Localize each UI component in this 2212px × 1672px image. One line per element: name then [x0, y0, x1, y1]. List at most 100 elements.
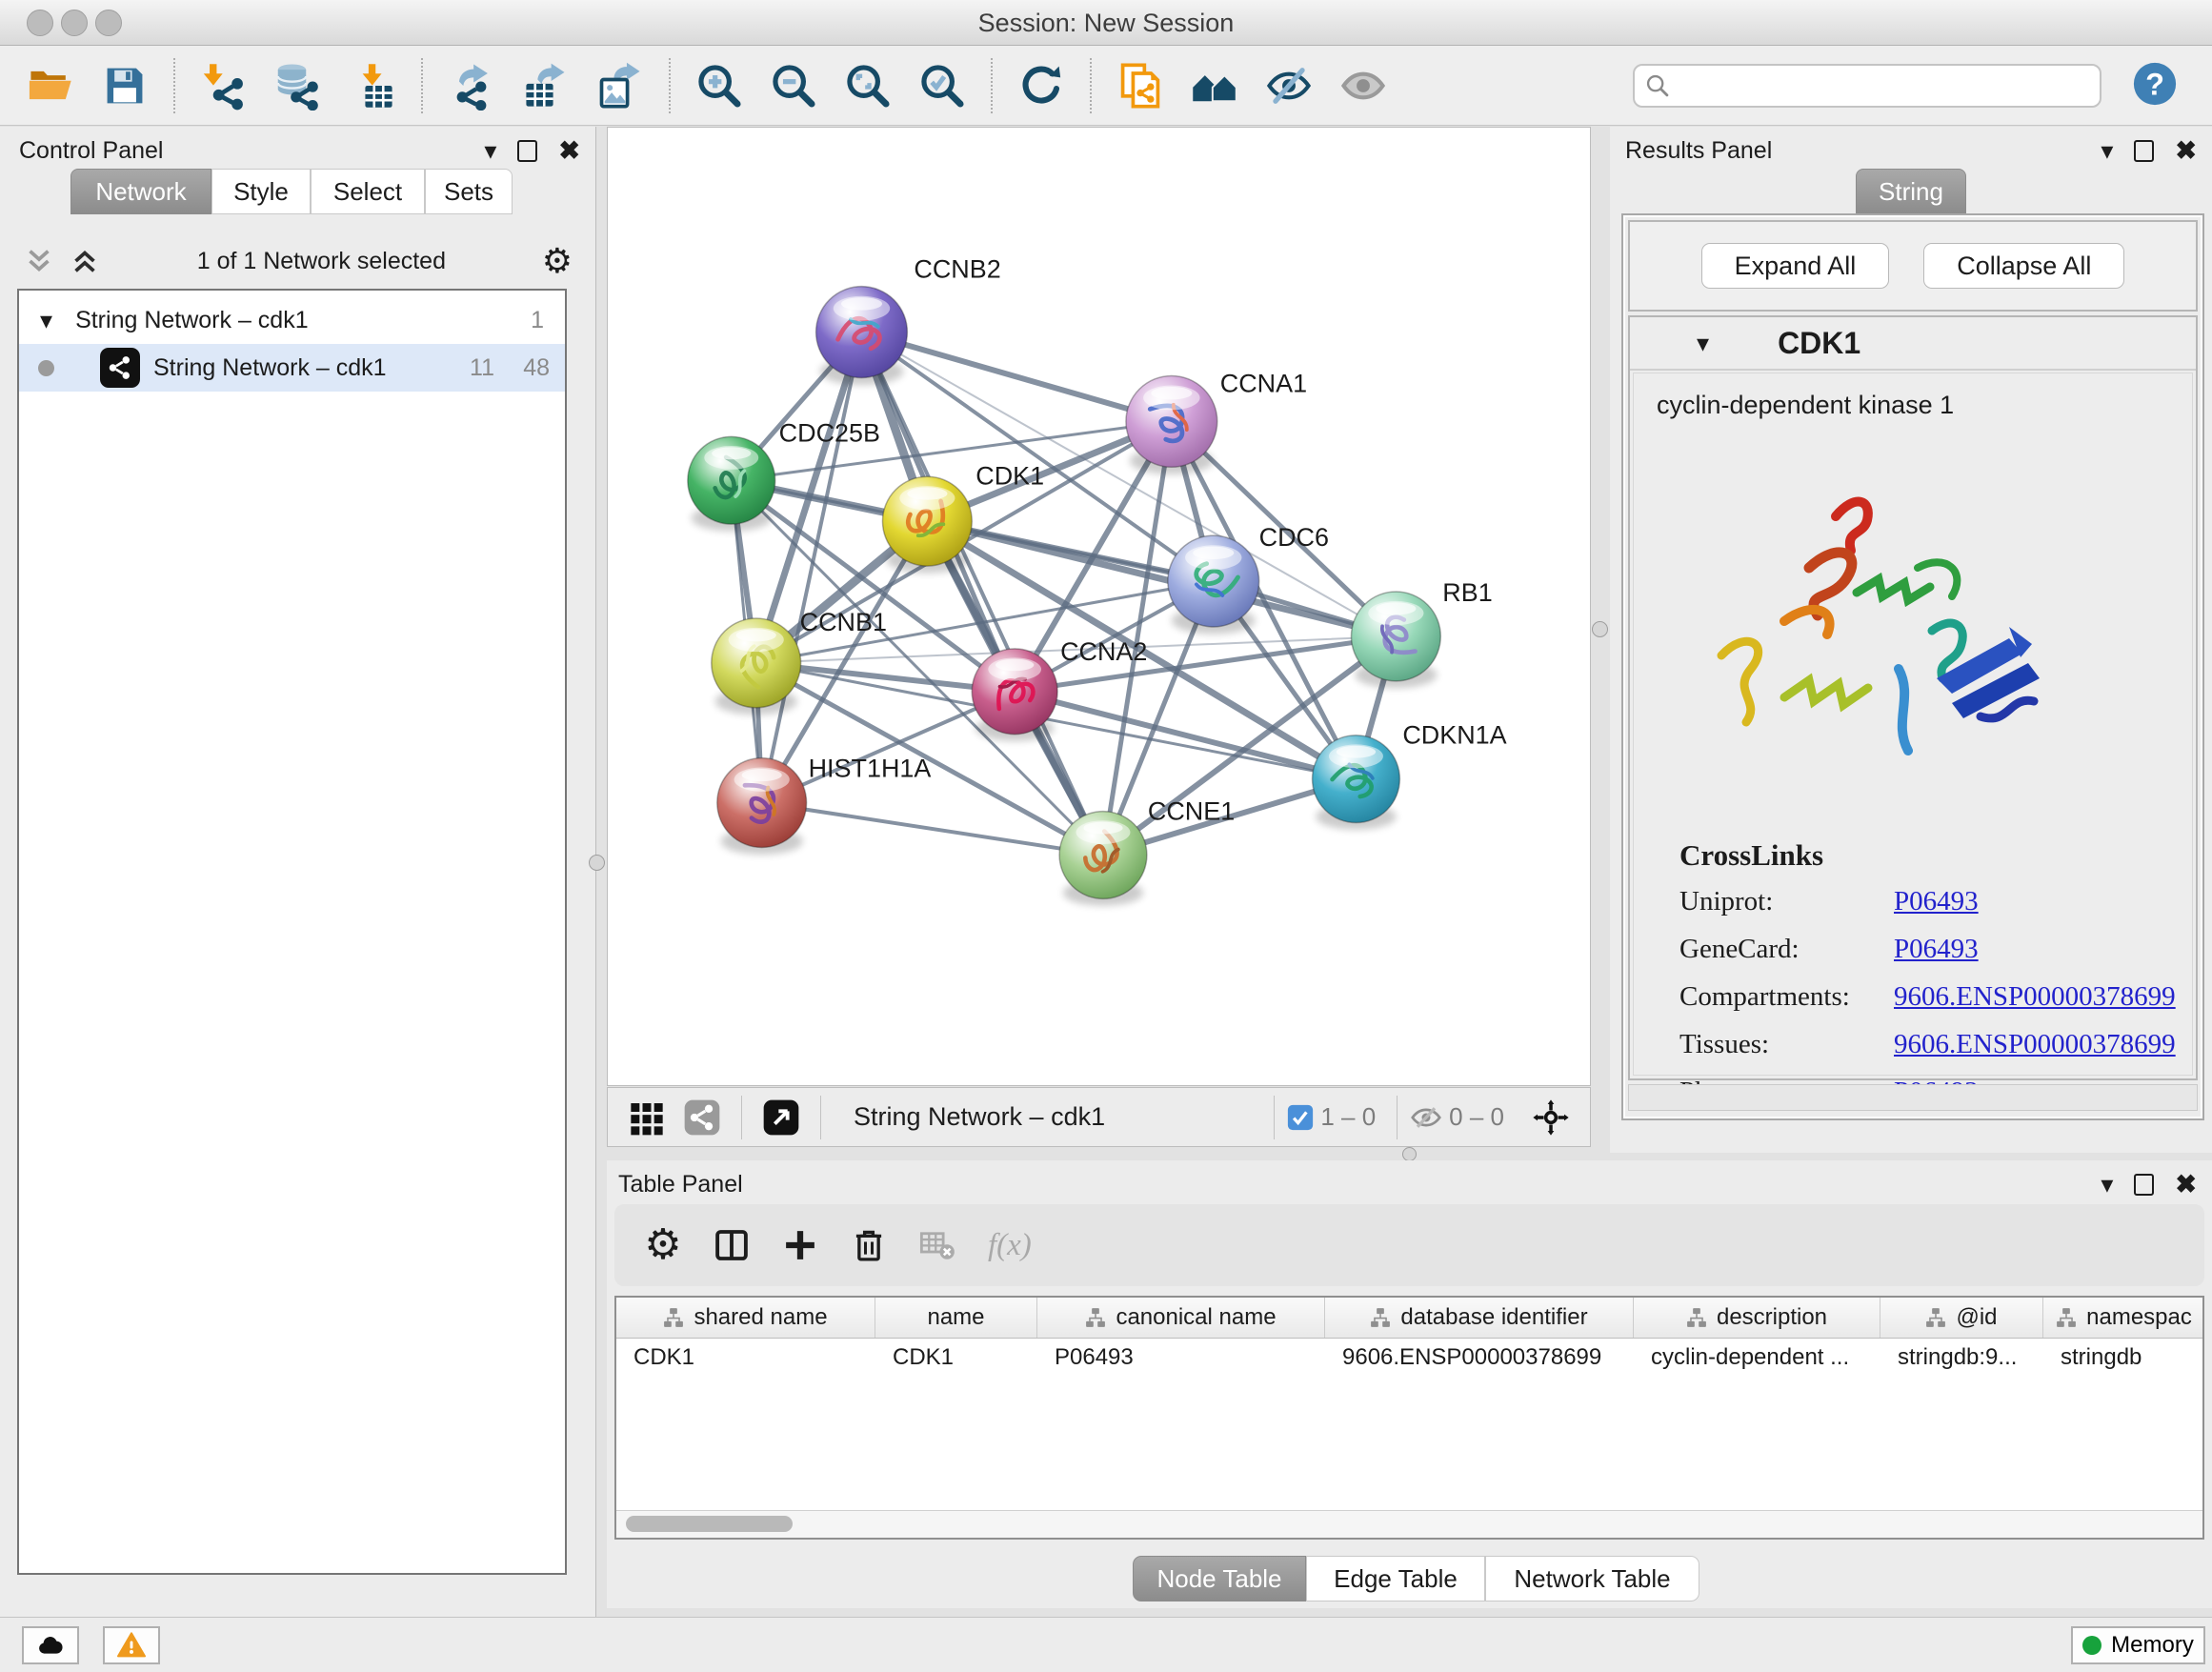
collapse-all-icon[interactable]: [23, 245, 55, 277]
expand-all-button[interactable]: Expand All: [1701, 243, 1890, 289]
show-graphics-button[interactable]: [1332, 54, 1395, 117]
export-image-button[interactable]: [589, 54, 652, 117]
cloud-status-button[interactable]: [22, 1626, 79, 1664]
results-hscrollbar[interactable]: [1628, 1084, 2198, 1111]
bottom-splitter-handle[interactable]: [1402, 1147, 1417, 1161]
help-button[interactable]: ?: [2128, 59, 2182, 112]
crosslink-genecard-link[interactable]: P06493: [1894, 934, 2176, 965]
cell-canonical-name[interactable]: P06493: [1037, 1339, 1325, 1377]
delete-column-button[interactable]: [841, 1218, 896, 1273]
tab-node-table[interactable]: Node Table: [1133, 1556, 1306, 1601]
collection-expand-icon[interactable]: ▾: [40, 311, 52, 330]
copy-network-button[interactable]: [1109, 54, 1172, 117]
network-label: String Network – cdk1: [153, 354, 387, 382]
network-node-label: CDC25B: [779, 418, 880, 447]
table-options-button[interactable]: ⚙: [635, 1218, 691, 1273]
crosslink-compartments-link[interactable]: 9606.ENSP00000378699: [1894, 981, 2176, 1013]
cell-id[interactable]: stringdb:9...: [1880, 1339, 2043, 1377]
string-view-button[interactable]: [678, 1094, 726, 1141]
close-panel-icon[interactable]: ✖: [2175, 141, 2197, 160]
cell-description[interactable]: cyclin-dependent ...: [1634, 1339, 1880, 1377]
refresh-layout-button[interactable]: [1010, 54, 1073, 117]
import-network-database-button[interactable]: [267, 54, 330, 117]
network-canvas[interactable]: CCNB2CCNA1CDC25BCDK1CDC6RB1CCNB1CCNA2CDK…: [607, 127, 1591, 1086]
float-panel-icon[interactable]: [2134, 1174, 2154, 1196]
column-header-shared-name[interactable]: shared name: [616, 1298, 875, 1338]
import-table-file-button[interactable]: [341, 54, 404, 117]
tab-string[interactable]: String: [1856, 169, 1966, 214]
float-panel-icon[interactable]: [517, 140, 537, 162]
open-session-button[interactable]: [19, 54, 82, 117]
gene-section-header[interactable]: ▾ CDK1: [1630, 317, 2196, 371]
tab-network[interactable]: Network: [70, 169, 211, 214]
cell-database-identifier[interactable]: 9606.ENSP00000378699: [1325, 1339, 1634, 1377]
right-splitter-handle[interactable]: [1592, 621, 1608, 637]
tab-network-table[interactable]: Network Table: [1485, 1556, 1699, 1601]
hide-graphics-button[interactable]: [1257, 54, 1320, 117]
show-columns-button[interactable]: [704, 1218, 759, 1273]
zoom-in-button[interactable]: [688, 54, 751, 117]
column-header-database-identifier[interactable]: database identifier: [1325, 1298, 1634, 1338]
column-header-name[interactable]: name: [875, 1298, 1037, 1338]
column-header-canonical-name[interactable]: canonical name: [1037, 1298, 1325, 1338]
cell-shared-name[interactable]: CDK1: [616, 1339, 875, 1377]
results-panel: Results Panel ▾ ✖ String Expand All Coll…: [1610, 127, 2212, 1153]
network-edge-CCNB2-CCNA1[interactable]: [861, 332, 1171, 422]
expand-all-icon[interactable]: [69, 245, 101, 277]
network-options-gear-icon[interactable]: ⚙: [542, 244, 573, 278]
control-panel: Control Panel ▾ ✖ Network Style Select S…: [0, 127, 596, 1617]
hidden-eye-icon[interactable]: [1409, 1100, 1443, 1135]
zoom-fit-icon: [843, 61, 893, 111]
export-table-button[interactable]: [514, 54, 577, 117]
table-row[interactable]: CDK1 CDK1 P06493 9606.ENSP00000378699 cy…: [616, 1339, 2202, 1377]
column-header-description[interactable]: description: [1634, 1298, 1880, 1338]
scrollbar-thumb[interactable]: [626, 1516, 793, 1532]
save-session-button[interactable]: [93, 54, 156, 117]
network-row[interactable]: String Network – cdk1 11 48: [19, 344, 565, 392]
search-input[interactable]: [1679, 70, 2090, 101]
hierarchy-icon: [1925, 1307, 1946, 1328]
memory-button[interactable]: Memory: [2071, 1626, 2205, 1664]
warnings-button[interactable]: [103, 1626, 160, 1664]
function-builder-label[interactable]: f(x): [988, 1228, 1032, 1263]
selected-checkbox-icon[interactable]: [1286, 1103, 1315, 1132]
zoom-selected-button[interactable]: [911, 54, 974, 117]
float-panel-icon[interactable]: [2134, 140, 2154, 162]
network-overview-button[interactable]: [1183, 54, 1246, 117]
cell-name[interactable]: CDK1: [875, 1339, 1037, 1377]
export-network-button[interactable]: [440, 54, 503, 117]
import-table-icon: [348, 61, 397, 111]
crosslink-tissues-link[interactable]: 9606.ENSP00000378699: [1894, 1029, 2176, 1060]
add-column-button[interactable]: [773, 1218, 828, 1273]
open-in-window-button[interactable]: [757, 1094, 805, 1141]
network-view-toolbar: String Network – cdk1 1 – 0 0 – 0: [607, 1087, 1591, 1147]
grid-view-button[interactable]: [623, 1094, 671, 1141]
birdseye-toggle-button[interactable]: [1527, 1094, 1575, 1141]
import-network-file-button[interactable]: [192, 54, 255, 117]
zoom-out-button[interactable]: [762, 54, 825, 117]
network-collection-row[interactable]: ▾ String Network – cdk1 1: [19, 291, 565, 344]
network-node-label: CDKN1A: [1402, 721, 1506, 750]
tab-sets[interactable]: Sets: [425, 169, 513, 214]
panel-menu-icon[interactable]: ▾: [2101, 141, 2113, 160]
tab-style[interactable]: Style: [211, 169, 311, 214]
left-splitter-handle[interactable]: [589, 855, 605, 871]
column-header-id[interactable]: @id: [1880, 1298, 2043, 1338]
delete-table-button[interactable]: [910, 1218, 965, 1273]
close-panel-icon[interactable]: ✖: [558, 141, 580, 160]
panel-menu-icon[interactable]: ▾: [2101, 1175, 2113, 1194]
cell-namespace[interactable]: stringdb: [2043, 1339, 2204, 1377]
crosslink-uniprot-link[interactable]: P06493: [1894, 886, 2176, 917]
tab-edge-table[interactable]: Edge Table: [1306, 1556, 1485, 1601]
section-collapse-icon[interactable]: ▾: [1697, 333, 1709, 353]
string-network-icon: [100, 348, 140, 388]
tab-select[interactable]: Select: [311, 169, 425, 214]
zoom-fit-button[interactable]: [836, 54, 899, 117]
collapse-all-button[interactable]: Collapse All: [1923, 243, 2124, 289]
node-gloss: [995, 659, 1034, 672]
close-panel-icon[interactable]: ✖: [2175, 1175, 2197, 1194]
status-bar: Memory: [0, 1617, 2212, 1672]
table-hscrollbar[interactable]: [616, 1510, 2202, 1538]
column-header-namespace[interactable]: namespac: [2043, 1298, 2204, 1338]
panel-menu-icon[interactable]: ▾: [484, 141, 496, 160]
